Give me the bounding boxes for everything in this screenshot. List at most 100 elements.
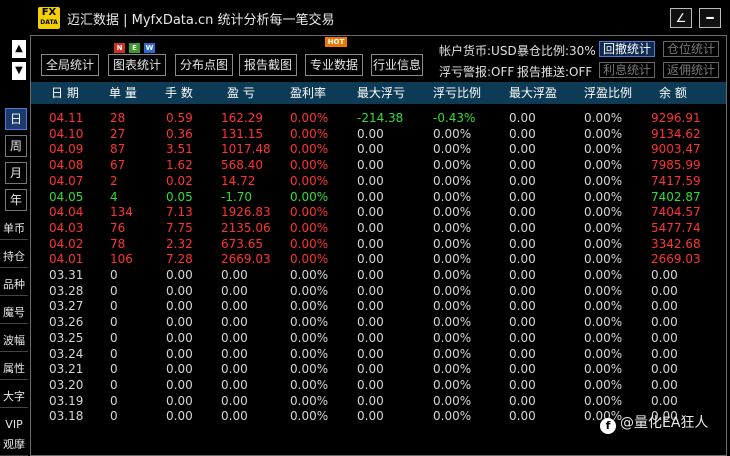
cell-float-profit-ratio: 0.00% [584,158,623,173]
table-row[interactable]: 04.01 106 7.28 2669.03 0.00% 0.00 0.00% 0.00 0.0… [31,251,726,267]
cell-orders: 4 [110,189,118,204]
col-lots[interactable]: 手 数 [165,82,193,104]
col-orders[interactable]: 单 量 [109,82,137,104]
table-row[interactable]: 03.20 0 0.00 0.00 0.00% 0.00 0.00% 0.00 0.00% 0.0… [31,377,726,393]
cell-float-loss-ratio: 0.00% [433,236,472,251]
sidebar-item-observe[interactable]: 观摩 [0,434,28,456]
table-row[interactable]: 03.26 0 0.00 0.00 0.00% 0.00 0.00% 0.00 0.00% 0.0… [31,314,726,330]
tab-week[interactable]: 周 [5,135,27,157]
tab-day[interactable]: 日 [5,108,27,130]
interest-stats-button[interactable]: 利息统计 [599,62,655,78]
cell-lots: 2.32 [166,236,193,251]
cell-max-float-loss: 0.00 [357,315,384,330]
table-row[interactable]: 03.31 0 0.00 0.00 0.00% 0.00 0.00% 0.00 0.00% 0.0… [31,267,726,283]
col-date[interactable]: 日 期 [51,82,79,104]
cell-date: 04.09 [49,142,84,157]
table-row[interactable]: 04.07 2 0.02 14.72 0.00% 0.00 0.00% 0.00 0.00% 74… [31,173,726,189]
cell-date: 03.19 [49,393,84,408]
sidebar-item-vip[interactable]: VIP [0,414,28,436]
cell-max-float-profit: 0.00 [509,126,536,141]
cell-balance: 0.00 [651,268,678,282]
cell-orders: 0 [110,362,118,377]
cell-profit: 0.00 [221,377,248,392]
sidebar-item-attribute[interactable]: 属性 [0,358,28,380]
cell-balance: 2669.03 [651,252,701,267]
scroll-up-button[interactable]: ▲ [12,40,26,58]
cell-max-float-profit: 0.00 [509,111,536,125]
cell-lots: 7.75 [166,220,193,235]
table-row[interactable]: 04.02 78 2.32 673.65 0.00% 0.00 0.00% 0.00 0.00%… [31,236,726,252]
cell-float-loss-ratio: 0.00% [433,126,472,141]
chart-stats-button[interactable]: 图表统计 [108,54,166,76]
cell-float-profit-ratio: 0.00% [584,189,623,204]
sidebar-item-position[interactable]: 持仓 [0,246,28,268]
cell-orders: 27 [110,126,126,141]
col-float-loss-ratio[interactable]: 浮亏比例 [433,82,481,104]
col-float-profit-ratio[interactable]: 浮盈比例 [584,82,632,104]
cell-max-float-loss: 0.00 [357,299,384,314]
sidebar-item-magic[interactable]: 魔号 [0,302,28,324]
sidebar-item-single-currency[interactable]: 单币 [0,218,28,240]
sidebar-item-symbol[interactable]: 品种 [0,274,28,296]
pro-data-button[interactable]: 专业数据 [305,54,363,76]
sidebar-item-big-font[interactable]: 大字 [0,386,28,408]
sidebar-item-volatility[interactable]: 波幅 [0,330,28,352]
table-row[interactable]: 03.25 0 0.00 0.00 0.00% 0.00 0.00% 0.00 0.00% 0.0… [31,330,726,346]
table-row[interactable]: 04.03 76 7.75 2135.06 0.00% 0.00 0.00% 0.00 0.00… [31,220,726,236]
rebate-stats-button[interactable]: 返佣统计 [663,62,719,78]
cell-float-loss-ratio: 0.00% [433,268,472,282]
cell-orders: 2 [110,173,118,188]
table-row[interactable]: 03.19 0 0.00 0.00 0.00% 0.00 0.00% 0.00 0.00% 0.0… [31,393,726,409]
cell-lots: 0.00 [166,283,193,298]
cell-profit: 0.00 [221,362,248,377]
col-max-float-loss[interactable]: 最大浮亏 [357,82,405,104]
cell-profit: 131.15 [221,126,263,141]
col-max-float-profit[interactable]: 最大浮盈 [509,82,557,104]
cell-max-float-loss: 0.00 [357,362,384,377]
report-screenshot-button[interactable]: 报告截图 [239,54,297,76]
scroll-down-button[interactable]: ▼ [12,62,26,80]
cell-balance: 0.00 [651,330,678,345]
cell-float-profit-ratio: 0.00% [584,315,623,330]
cell-lots: 0.00 [166,299,193,314]
cell-profit-rate: 0.00% [290,205,329,220]
cell-profit: 162.29 [221,111,263,125]
table-row[interactable]: 04.11 28 0.59 162.29 0.00% -214.38 -0.43% 0.00 0… [31,110,726,126]
cell-lots: 0.36 [166,126,193,141]
drawdown-stats-button[interactable]: 回撤统计 [599,41,655,57]
table-row[interactable]: 04.10 27 0.36 131.15 0.00% 0.00 0.00% 0.00 0.00%… [31,126,726,142]
table-row[interactable]: 04.04 134 7.13 1926.83 0.00% 0.00 0.00% 0.00 0.0… [31,204,726,220]
industry-info-button[interactable]: 行业信息 [371,54,423,76]
cell-orders: 0 [110,346,118,361]
table-row[interactable]: 03.24 0 0.00 0.00 0.00% 0.00 0.00% 0.00 0.00% 0.0… [31,346,726,362]
new-badge-n: N [114,43,125,53]
pin-icon[interactable]: ∠ [670,8,692,28]
cell-float-profit-ratio: 0.00% [584,126,623,141]
cell-profit-rate: 0.00% [290,142,329,157]
minimize-button[interactable]: ━ [699,8,721,28]
cell-float-profit-ratio: 0.00% [584,173,623,188]
cell-max-float-profit: 0.00 [509,299,536,314]
cell-float-profit-ratio: 0.00% [584,205,623,220]
cell-lots: 1.62 [166,158,193,173]
cell-balance: 0.00 [651,377,678,392]
cell-profit-rate: 0.00% [290,330,329,345]
cell-orders: 0 [110,393,118,408]
cell-orders: 0 [110,377,118,392]
table-row[interactable]: 04.09 87 3.51 1017.48 0.00% 0.00 0.00% 0.00 0.00… [31,141,726,157]
table-row[interactable]: 04.05 4 0.05 -1.70 0.00% 0.00 0.00% 0.00 0.00% 74… [31,189,726,205]
col-balance[interactable]: 余 额 [659,82,687,104]
col-profit-rate[interactable]: 盈利率 [290,82,326,104]
table-row[interactable]: 03.28 0 0.00 0.00 0.00% 0.00 0.00% 0.00 0.00% 0.0… [31,283,726,299]
table-row[interactable]: 04.08 67 1.62 568.40 0.00% 0.00 0.00% 0.00 0.00%… [31,157,726,173]
global-stats-button[interactable]: 全局统计 [41,54,99,76]
tab-year[interactable]: 年 [5,189,27,211]
table-row[interactable]: 03.21 0 0.00 0.00 0.00% 0.00 0.00% 0.00 0.00% 0.0… [31,361,726,377]
tab-month[interactable]: 月 [5,162,27,184]
distribution-plot-button[interactable]: 分布点图 [175,54,233,76]
col-profit[interactable]: 盈 亏 [227,82,255,104]
cell-float-loss-ratio: -0.43% [433,111,476,125]
position-stats-button[interactable]: 仓位统计 [663,41,719,57]
table-row[interactable]: 03.27 0 0.00 0.00 0.00% 0.00 0.00% 0.00 0.00% 0.0… [31,298,726,314]
cell-float-loss-ratio: 0.00% [433,173,472,188]
